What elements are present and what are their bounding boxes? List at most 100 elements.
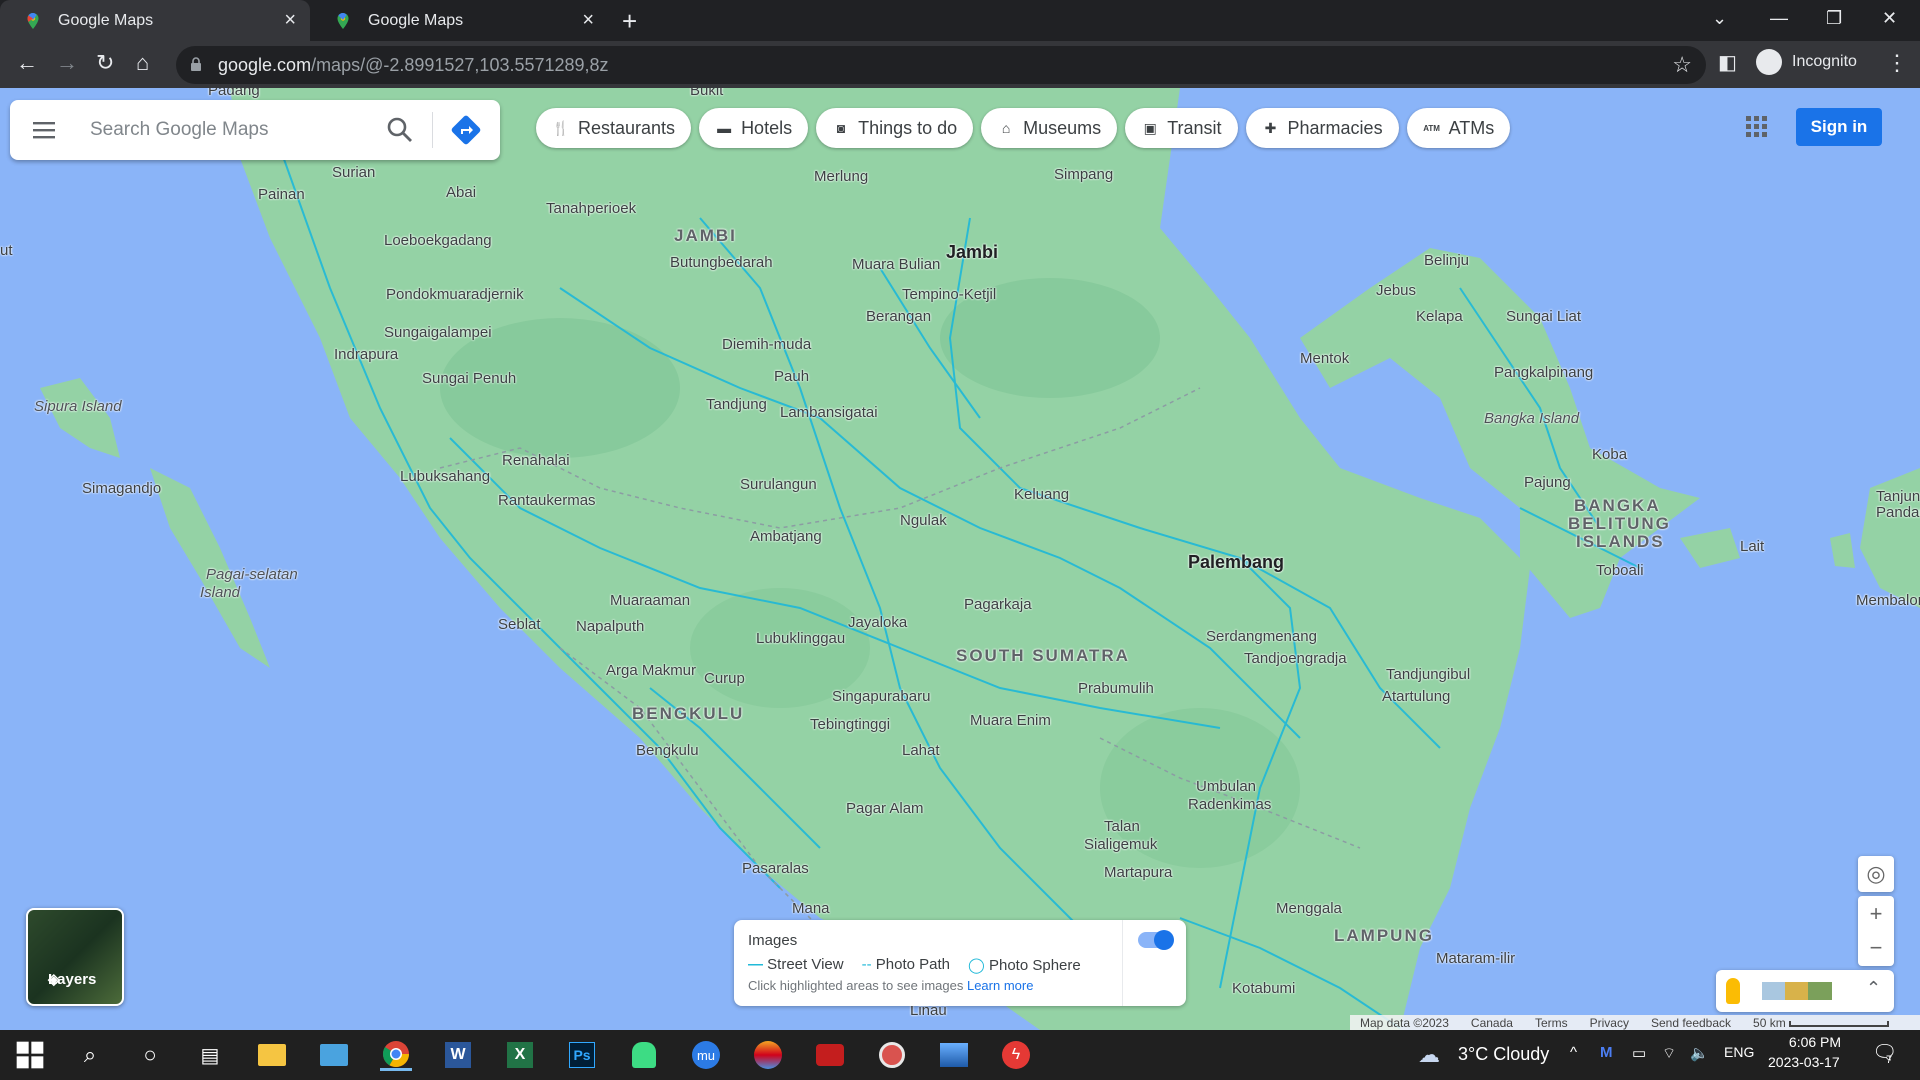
imagery-thumbnails[interactable]: [1762, 982, 1832, 1000]
camera-icon: ◙: [836, 120, 846, 136]
map-canvas[interactable]: Padang Bukit ut Surian Painan Abai Tanah…: [0, 88, 1920, 1030]
language-indicator[interactable]: ENG: [1724, 1044, 1754, 1060]
clock-date[interactable]: 2023-03-17: [1768, 1054, 1840, 1070]
hamburger-menu-icon[interactable]: [32, 118, 56, 142]
chip-restaurants[interactable]: 🍴 Restaurants: [536, 108, 692, 148]
region-link[interactable]: Canada: [1471, 1016, 1513, 1030]
map-label: Lait: [1740, 538, 1765, 555]
windows-start-icon[interactable]: [14, 1039, 46, 1071]
send-feedback-link[interactable]: Send feedback: [1651, 1016, 1731, 1030]
side-panel-icon[interactable]: ◧: [1718, 51, 1737, 75]
photos-icon[interactable]: [938, 1039, 970, 1071]
chip-hotels[interactable]: ▬ Hotels: [699, 108, 809, 148]
map-label: Bukit: [690, 88, 724, 99]
search-taskbar-icon[interactable]: ⌕: [74, 1039, 106, 1071]
zoom-in-icon[interactable]: +: [1870, 897, 1883, 931]
search-input[interactable]: [88, 118, 368, 142]
scale-label[interactable]: 50 km: [1753, 1016, 1890, 1030]
red-app-icon[interactable]: [814, 1039, 846, 1071]
search-icon[interactable]: [386, 116, 414, 144]
learn-more-link[interactable]: Learn more: [967, 978, 1033, 993]
layers-button[interactable]: ◈ Layers: [26, 908, 124, 1006]
task-view-icon[interactable]: ▤: [194, 1039, 226, 1071]
home-icon[interactable]: ⌂: [136, 51, 149, 75]
weather-cloud-icon[interactable]: ☁: [1418, 1042, 1440, 1068]
my-location-button[interactable]: ◎: [1858, 856, 1894, 892]
zoom-out-icon[interactable]: −: [1870, 931, 1883, 965]
legend-label: Photo Sphere: [988, 957, 1081, 974]
region-label: BANGKA: [1574, 496, 1661, 515]
pegman-icon[interactable]: [1726, 978, 1740, 1004]
hint-text: Click highlighted areas to see images: [748, 978, 964, 993]
map-label: Belinju: [1424, 252, 1470, 269]
address-bar[interactable]: google.com/maps/@-2.8991527,103.5571289,…: [176, 46, 1706, 84]
chip-atms[interactable]: ATM ATMs: [1406, 108, 1511, 148]
cortana-icon[interactable]: ○: [134, 1039, 166, 1071]
android-app-icon[interactable]: [628, 1039, 660, 1071]
map-label: Tandjoengradja: [1244, 650, 1347, 667]
bed-icon: ▬: [717, 120, 732, 136]
map-label: Koba: [1592, 446, 1628, 463]
chip-pharmacies[interactable]: ✚ Pharmacies: [1245, 108, 1399, 148]
expand-chevron-icon[interactable]: ⌃: [1866, 978, 1881, 999]
browser-tab[interactable]: Google Maps ×: [310, 0, 608, 41]
legend-photo-sphere: ◯ Photo Sphere: [968, 957, 1081, 974]
city-label-jambi: Jambi: [946, 242, 999, 262]
battery-icon[interactable]: ▭: [1632, 1044, 1646, 1062]
weather-text[interactable]: 3°C Cloudy: [1458, 1044, 1549, 1065]
chip-things-to-do[interactable]: ◙ Things to do: [816, 108, 974, 148]
new-tab-icon[interactable]: +: [622, 6, 637, 37]
clock-time[interactable]: 6:06 PM: [1782, 1034, 1848, 1050]
volume-icon[interactable]: 🔈: [1690, 1044, 1709, 1062]
incognito-profile[interactable]: Incognito: [1756, 49, 1857, 75]
game-app-icon[interactable]: [752, 1039, 784, 1071]
map-label: Jayaloka: [848, 614, 908, 631]
map-label: Prabumulih: [1078, 680, 1154, 697]
images-panel: Images — Street View -- Photo Path ◯ Pho…: [734, 920, 1186, 1006]
map-label: Bengkulu: [636, 742, 699, 759]
reload-icon[interactable]: ↻: [96, 51, 114, 75]
street-view-toggle[interactable]: [1138, 930, 1174, 950]
forward-icon[interactable]: →: [56, 51, 78, 75]
wifi-icon[interactable]: ⌔: [1662, 1044, 1676, 1063]
google-apps-icon[interactable]: [1746, 116, 1768, 138]
map-label: Radenkimas: [1188, 796, 1272, 813]
mu-app-icon[interactable]: mu: [690, 1039, 722, 1071]
terms-link[interactable]: Terms: [1535, 1016, 1568, 1030]
flash-app-icon[interactable]: ϟ: [1000, 1039, 1032, 1071]
map-label: Rantaukermas: [498, 492, 596, 509]
media-player-icon[interactable]: [876, 1039, 908, 1071]
chip-label: Hotels: [741, 117, 793, 138]
chrome-icon[interactable]: [380, 1039, 412, 1071]
browser-tab-active[interactable]: Google Maps ×: [0, 0, 310, 41]
scale-bar: [1789, 1020, 1890, 1027]
zoom-controls: + −: [1858, 896, 1894, 966]
more-menu-icon[interactable]: ⋮: [1886, 51, 1908, 75]
chip-transit[interactable]: ▣ Transit: [1125, 108, 1238, 148]
notification-icon[interactable]: 🗨: [1872, 1040, 1897, 1065]
file-explorer-icon[interactable]: [256, 1039, 288, 1071]
minimize-icon[interactable]: —: [1770, 8, 1788, 29]
chip-museums[interactable]: ⌂ Museums: [981, 108, 1118, 148]
tray-chevron-icon[interactable]: ^: [1570, 1044, 1577, 1061]
images-panel-title: Images: [748, 932, 798, 949]
close-tab-icon[interactable]: ×: [284, 9, 296, 32]
word-icon[interactable]: W: [442, 1039, 474, 1071]
control-panel-icon[interactable]: [318, 1039, 350, 1071]
excel-icon[interactable]: X: [504, 1039, 536, 1071]
tray-app-icon[interactable]: M: [1600, 1044, 1613, 1061]
map-label: Sungaigalampei: [384, 324, 492, 341]
sign-in-button[interactable]: Sign in: [1796, 108, 1882, 146]
restore-icon[interactable]: ❐: [1826, 8, 1842, 29]
close-tab-icon[interactable]: ×: [582, 9, 594, 32]
directions-icon[interactable]: [450, 114, 482, 146]
photoshop-icon[interactable]: Ps: [566, 1039, 598, 1071]
close-window-icon[interactable]: ✕: [1882, 8, 1897, 29]
back-icon[interactable]: ←: [16, 51, 38, 75]
url-host: google.com: [218, 55, 312, 75]
bookmark-star-icon[interactable]: ☆: [1672, 52, 1692, 78]
map-label: Mentok: [1300, 350, 1350, 367]
tab-search-chevron-icon[interactable]: ⌄: [1712, 8, 1727, 29]
map-label: Berangan: [866, 308, 932, 325]
privacy-link[interactable]: Privacy: [1590, 1016, 1629, 1030]
